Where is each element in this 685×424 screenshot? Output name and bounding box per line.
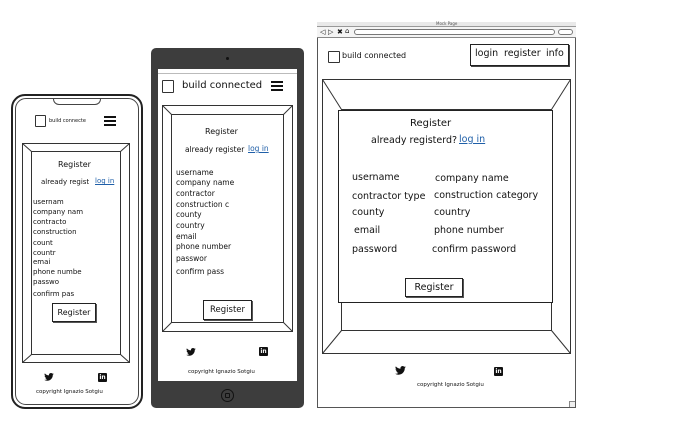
forward-icon[interactable]: ▷	[328, 29, 333, 36]
resize-grip[interactable]	[569, 401, 575, 407]
field-label: confirm pass	[176, 267, 225, 276]
twitter-icon[interactable]	[44, 373, 54, 381]
tablet-camera	[226, 57, 229, 60]
field-password: password	[352, 244, 398, 255]
form-heading: Register	[410, 118, 452, 129]
search-box[interactable]	[558, 29, 573, 35]
field-label: contracto	[33, 218, 67, 226]
field-label: county	[176, 210, 202, 219]
field-confirm-password: confirm password	[432, 244, 517, 255]
tablet-mockup: build connected Register already registe…	[151, 48, 304, 408]
field-label: email	[176, 232, 197, 241]
brand-title: build connected	[342, 51, 407, 60]
stop-icon[interactable]: ✖	[337, 29, 343, 36]
login-link[interactable]: log in	[248, 145, 269, 153]
login-link[interactable]: log in	[459, 135, 485, 145]
field-construction-category: construction category	[434, 190, 539, 201]
back-icon[interactable]: ◁	[320, 29, 325, 36]
field-label: count	[33, 239, 53, 247]
linkedin-icon[interactable]: in	[259, 347, 268, 356]
field-country: country	[434, 207, 471, 218]
register-button[interactable]: Register	[405, 278, 463, 297]
field-label: country	[176, 221, 205, 230]
copyright-text: copyright Ignazio Sotgiu	[188, 369, 255, 375]
brand-title: build connected	[182, 80, 263, 91]
browser-toolbar: ◁ ▷ ✖ ⌂	[317, 27, 576, 38]
twitter-icon[interactable]	[186, 348, 196, 356]
field-label: passwor	[176, 254, 207, 263]
register-button-label: Register	[57, 308, 91, 317]
twitter-icon[interactable]	[395, 366, 406, 375]
field-username: username	[352, 172, 400, 183]
hamburger-icon[interactable]	[104, 116, 116, 128]
status-bar	[158, 69, 297, 74]
linkedin-icon[interactable]: in	[98, 373, 107, 382]
menu-checkbox[interactable]	[162, 80, 174, 93]
field-label: phone numbe	[33, 268, 82, 276]
already-registered-text: already registerd?	[371, 135, 458, 146]
field-email: email	[354, 225, 381, 236]
phone-notch	[53, 99, 101, 105]
hamburger-icon[interactable]	[271, 81, 283, 93]
register-button[interactable]: Register	[52, 303, 96, 322]
brand-title: build connecte	[49, 118, 86, 124]
desktop-browser-mockup: Mock Page ◁ ▷ ✖ ⌂ build connected login …	[317, 22, 576, 408]
field-label: company name	[176, 178, 235, 187]
field-label: construction	[33, 228, 77, 236]
field-contractor-type: contractor type	[352, 191, 426, 202]
field-label: passwo	[33, 278, 60, 286]
copyright-text: copyright Ignazio Sotgiu	[417, 382, 484, 388]
register-button-label: Register	[414, 282, 454, 293]
menu-checkbox[interactable]	[35, 115, 46, 127]
menu-checkbox[interactable]	[328, 51, 340, 63]
already-registered-text: already register	[185, 145, 245, 154]
field-label: contractor	[176, 189, 215, 198]
register-button-label: Register	[210, 305, 245, 315]
form-heading: Register	[205, 127, 238, 136]
window-title: Mock Page	[436, 21, 458, 26]
field-label: confirm pas	[33, 290, 75, 298]
field-label: countr	[33, 249, 56, 257]
field-label: construction c	[176, 200, 230, 209]
nav-register[interactable]: register	[504, 49, 541, 59]
address-bar[interactable]	[354, 29, 555, 35]
register-button[interactable]: Register	[203, 300, 252, 320]
field-label: phone number	[176, 242, 232, 251]
copyright-text: copyright Ignazio Sotgiu	[36, 389, 103, 395]
field-label: username	[176, 168, 214, 177]
field-company-name: company name	[435, 173, 509, 184]
home-icon[interactable]: ⌂	[345, 28, 349, 35]
home-button[interactable]	[221, 389, 234, 402]
field-label: company nam	[33, 208, 84, 216]
linkedin-icon[interactable]: in	[494, 367, 503, 376]
login-link[interactable]: log in	[95, 178, 114, 185]
phone-mockup: build connecte Register already regist l…	[11, 94, 143, 409]
form-heading: Register	[58, 160, 91, 169]
nav-info[interactable]: info	[546, 49, 564, 59]
already-registered-text: already regist	[41, 178, 90, 186]
nav-login[interactable]: login	[475, 49, 498, 59]
field-label: usernam	[33, 198, 64, 206]
field-label: emai	[33, 258, 51, 266]
field-phone-number: phone number	[434, 225, 504, 236]
field-county: county	[352, 207, 385, 218]
